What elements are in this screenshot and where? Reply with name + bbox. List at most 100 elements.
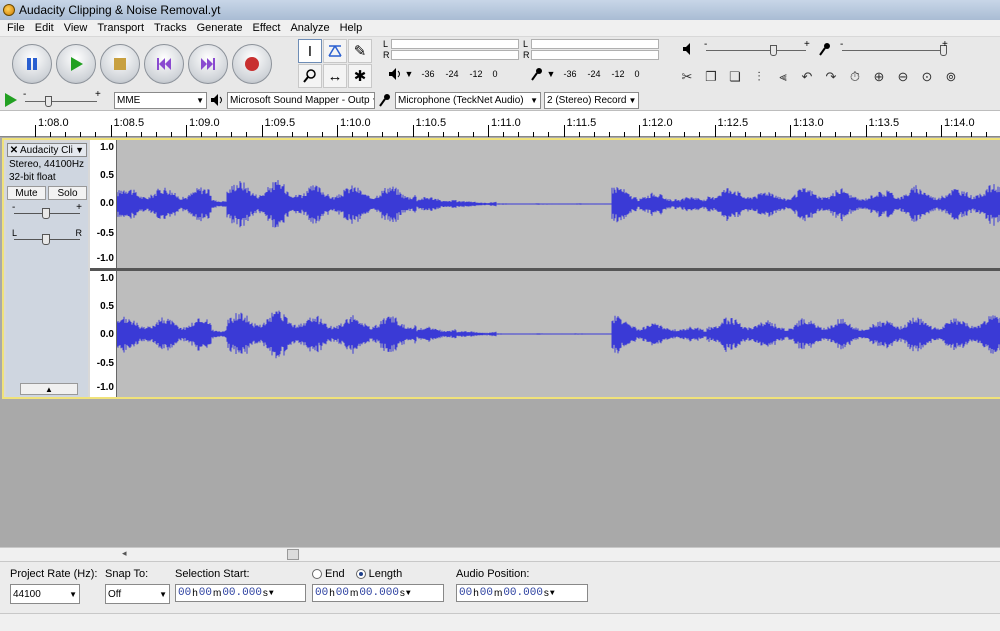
menu-transport[interactable]: Transport: [92, 22, 149, 34]
seconds-unit: s: [399, 587, 405, 599]
ruler-major-tick: [337, 125, 338, 137]
length-radio[interactable]: [355, 568, 366, 579]
timeshift-tool[interactable]: ↔: [323, 64, 347, 88]
timeline-ruler[interactable]: 1:08.0 1:08.5 1:09.0 1:09.5 1:10.0 1:10.5 1:11…: [0, 111, 1000, 137]
menu-analyze[interactable]: Analyze: [285, 22, 334, 34]
trim-button[interactable]: ⫶: [748, 66, 770, 88]
multi-tool[interactable]: ✱: [348, 64, 372, 88]
waveform-right-channel[interactable]: [116, 271, 1000, 397]
waveform-left-channel[interactable]: [116, 140, 1000, 268]
meter-toolbar: L R L R ▼ -36 -24 -12 0 ▼ -36 -24 -12 0: [378, 37, 662, 93]
envelope-tool[interactable]: [323, 39, 347, 63]
project-rate-select[interactable]: 44100 ▼: [10, 584, 80, 604]
scroll-thumb[interactable]: [287, 549, 299, 560]
redo-button[interactable]: ↷: [820, 66, 842, 88]
selection-end-field[interactable]: 00 h 00 m 00.000 s ▼: [312, 584, 444, 602]
silence-button[interactable]: ⫷: [772, 66, 794, 88]
seconds-value: 00.000: [222, 587, 262, 599]
cut-button[interactable]: ✂: [676, 66, 698, 88]
horizontal-scrollbar[interactable]: ◂: [0, 547, 1000, 561]
menu-effect[interactable]: Effect: [248, 22, 286, 34]
input-channels-value: 2 (Stereo) Record: [547, 94, 627, 106]
record-meter-left[interactable]: [531, 39, 659, 49]
playback-volume-thumb[interactable]: [770, 45, 777, 56]
speaker-icon[interactable]: [388, 67, 402, 81]
input-channels-select[interactable]: 2 (Stereo) Record ▼: [544, 91, 639, 109]
collapse-track-button[interactable]: ▲: [20, 383, 78, 395]
zoom-out-button[interactable]: ⊖: [892, 66, 914, 88]
fit-selection-button[interactable]: ⊙: [916, 66, 938, 88]
record-icon: [245, 57, 259, 71]
input-device-select[interactable]: Microphone (TeckNet Audio) ▼: [395, 91, 541, 109]
play-at-speed-slider[interactable]: - +: [21, 89, 101, 109]
copy-button[interactable]: ❐: [700, 66, 722, 88]
playback-volume-slider[interactable]: [706, 50, 806, 51]
chevron-down-icon[interactable]: ▼: [550, 589, 555, 598]
undo-icon: ↶: [801, 69, 813, 84]
record-button[interactable]: [232, 44, 272, 84]
scroll-left-icon[interactable]: ◂: [122, 548, 127, 559]
chevron-down-icon[interactable]: ▼: [269, 589, 274, 598]
menu-tracks[interactable]: Tracks: [149, 22, 192, 34]
chevron-down-icon[interactable]: ▼: [75, 145, 86, 155]
selection-start-field[interactable]: 00 h 00 m 00.000 s ▼: [175, 584, 306, 602]
audacity-logo-icon: [3, 4, 15, 16]
playback-meter-left[interactable]: [391, 39, 519, 49]
end-label: End: [325, 567, 345, 580]
play-at-speed-icon[interactable]: [2, 92, 18, 108]
pan-thumb[interactable]: [42, 234, 50, 245]
snap-to-select[interactable]: Off ▼: [105, 584, 170, 604]
project-rate-label: Project Rate (Hz):: [10, 567, 98, 580]
output-device-select[interactable]: Microsoft Sound Mapper - Outp▼: [227, 91, 375, 109]
gain-slider[interactable]: - +: [12, 202, 82, 226]
record-volume-slider[interactable]: [842, 50, 946, 51]
mute-button[interactable]: Mute: [7, 186, 46, 200]
pause-button[interactable]: [12, 44, 52, 84]
microphone-icon[interactable]: [530, 67, 544, 81]
record-meter-right[interactable]: [531, 50, 659, 60]
pan-slider[interactable]: L R: [12, 228, 82, 252]
menu-edit[interactable]: Edit: [30, 22, 59, 34]
track-name-menu[interactable]: ✕ Audacity Cli ▼: [7, 143, 87, 157]
waveform-samples: [116, 180, 1000, 228]
close-icon[interactable]: ✕: [8, 145, 20, 156]
zoom-tool[interactable]: [298, 64, 322, 88]
playback-meter-right[interactable]: [391, 50, 519, 60]
menu-view[interactable]: View: [59, 22, 93, 34]
undo-button[interactable]: ↶: [796, 66, 818, 88]
audio-position-field[interactable]: 00 h 00 m 00.000 s ▼: [456, 584, 588, 602]
skip-end-button[interactable]: [188, 44, 228, 84]
record-meter-dropdown-icon[interactable]: ▼: [544, 69, 558, 79]
hours-value: 00: [178, 587, 192, 599]
end-radio[interactable]: [312, 568, 322, 579]
snap-to-value: Off: [108, 588, 122, 600]
track-panel[interactable]: ✕ Audacity Cli ▼ Stereo, 44100Hz 32-bit …: [0, 137, 1000, 547]
stop-button[interactable]: [100, 44, 140, 84]
track-name: Audacity Cli: [20, 144, 73, 156]
record-meter-scale: ▼ -36 -24 -12 0: [530, 67, 644, 81]
scissors-icon: ✂: [681, 69, 693, 84]
zoom-in-button[interactable]: ⊕: [868, 66, 890, 88]
audio-track[interactable]: ✕ Audacity Cli ▼ Stereo, 44100Hz 32-bit …: [2, 138, 1000, 399]
record-meter-left-label: L: [523, 39, 529, 49]
ruler-tick-label: 1:12.5: [717, 117, 749, 129]
menu-file[interactable]: File: [2, 22, 30, 34]
fit-project-button[interactable]: ⊚: [940, 66, 962, 88]
skip-start-button[interactable]: [144, 44, 184, 84]
paste-button[interactable]: ❏: [724, 66, 746, 88]
gain-thumb[interactable]: [42, 208, 50, 219]
play-at-speed-thumb[interactable]: [45, 96, 52, 107]
menu-help[interactable]: Help: [335, 22, 368, 34]
solo-button[interactable]: Solo: [48, 186, 87, 200]
sync-lock-button[interactable]: ⏱: [844, 66, 866, 88]
menu-generate[interactable]: Generate: [192, 22, 248, 34]
chevron-down-icon[interactable]: ▼: [406, 589, 411, 598]
draw-tool[interactable]: ✎: [348, 39, 372, 63]
scale-label: 0.0: [100, 329, 114, 340]
play-button[interactable]: [56, 44, 96, 84]
audio-host-select[interactable]: MME ▼: [114, 91, 207, 109]
minutes-value: 00: [335, 587, 349, 599]
end-length-radios: End Length: [312, 566, 444, 581]
playback-meter-dropdown-icon[interactable]: ▼: [402, 69, 416, 79]
selection-tool[interactable]: I: [298, 39, 322, 63]
